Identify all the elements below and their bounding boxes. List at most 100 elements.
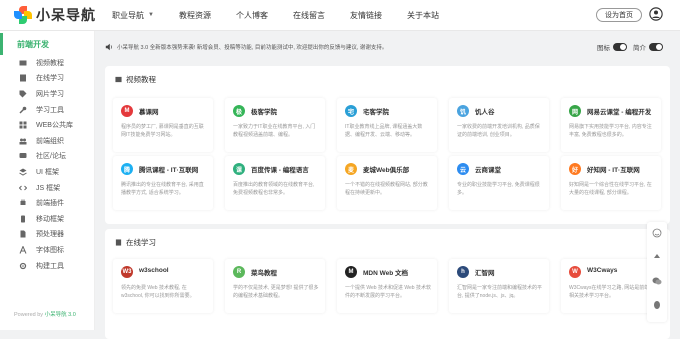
toggle-icon-label: 图标 xyxy=(597,45,610,52)
notice-text: 小呆导航 3.0 全新版本强势来袭! 新增会员、投稿等功能, 目前功能测试中, … xyxy=(117,45,388,51)
sidebar-item[interactable]: 视频教程 xyxy=(0,55,94,71)
layers-icon xyxy=(19,168,27,176)
grid-icon xyxy=(19,121,27,129)
site-logo-icon: 云 xyxy=(457,163,469,175)
sidebar-item[interactable]: 构建工具 xyxy=(0,258,94,274)
sidebar-item-label: 前端组织 xyxy=(36,137,64,145)
sidebar-footer: Powered by 小呆导航 3.0 xyxy=(14,312,76,318)
main-nav: 职业导航 ▼ 教程资源 个人博客 在线留言 友情链接 关于本站 xyxy=(112,10,464,21)
site-name: 宅客学院 xyxy=(363,109,389,116)
site-tile[interactable]: 好好知网 - IT·互联网好知网是一个综合性在线学习平台, 在大量的在线课程, … xyxy=(561,156,661,210)
wechat-icon[interactable] xyxy=(652,276,662,286)
site-name: 麦城Web俱乐部 xyxy=(363,167,410,174)
sidebar-item[interactable]: 预处理器 xyxy=(0,227,94,243)
code-icon xyxy=(19,185,27,190)
site-name: 菜鸟教程 xyxy=(251,270,277,277)
site-logo-icon: 宅 xyxy=(345,105,357,117)
sidebar-item[interactable]: 字体图标 xyxy=(0,242,94,258)
site-description: 一家收费的前端开发培训机构, 品质保证的前端培训, 创业项目。 xyxy=(457,124,540,138)
site-tile[interactable]: 饥饥人谷 一家收费的前端开发培训机构, 品质保证的前端培训, 创业项目。 xyxy=(449,98,549,152)
site-logo-icon: 网 xyxy=(569,105,581,117)
sidebar-item-label: WEB公共库 xyxy=(36,122,73,130)
sidebar-item-label: 社区/论坛 xyxy=(36,153,66,161)
qq-icon[interactable] xyxy=(652,300,662,310)
nav-item-about[interactable]: 关于本站 xyxy=(407,10,439,21)
sidebar-item-label: JS 框架 xyxy=(36,184,61,192)
site-description: 好知网是一个综合性在线学习平台, 在大量的在线课程, 部分课程。 xyxy=(569,182,652,196)
sidebar: 前端开发 视频教程 在线学习网片学习学习工具 WEB公共库 前端组织社区/论坛 UI 框… xyxy=(0,31,95,330)
site-logo-icon: 腾 xyxy=(121,163,133,175)
nav-item-career[interactable]: 职业导航 ▼ xyxy=(112,10,154,21)
sidebar-item-label: 构建工具 xyxy=(36,262,64,270)
site-tile[interactable]: h 汇智网 汇智网是一家专注前端和编程技术的平台, 提供了node.js、js、jq… xyxy=(449,259,549,313)
site-tile[interactable]: M MDN Web 文档 一个提供 Web 技术和促进 Web 技术软件的不断发展的… xyxy=(337,259,437,313)
site-logo-icon: 极 xyxy=(233,105,245,117)
nav-item-tutorials[interactable]: 教程资源 xyxy=(179,10,211,21)
sidebar-item-label: 网片学习 xyxy=(36,90,64,98)
site-tile[interactable]: 腾腾讯课程 - IT·互联网 腾讯推出的专业在线教育平台, 采用直播教学方式, 适… xyxy=(113,156,213,210)
sidebar-item[interactable]: 前端组织 xyxy=(0,133,94,149)
sidebar-item[interactable]: 前端插件 xyxy=(0,195,94,211)
top-icon[interactable] xyxy=(652,252,662,262)
sidebar-item-label: 字体图标 xyxy=(36,246,64,254)
nav-item-links[interactable]: 友情链接 xyxy=(350,10,382,21)
site-tile[interactable]: 网网易云课堂 - 编程开发 网易旗下实用技能学习平台, 内容专注丰富, 免费教程也… xyxy=(561,98,661,152)
display-toggles: 图标 简介 xyxy=(597,42,663,52)
smile-icon[interactable] xyxy=(652,228,662,238)
site-tile[interactable]: W3 w3school 领先的免费 Web 技术教程, 在 w3school, 你可… xyxy=(113,259,213,313)
group-icon xyxy=(19,138,27,145)
sidebar-item[interactable]: WEB公共库 xyxy=(0,117,94,133)
file-icon xyxy=(20,230,26,238)
site-tile[interactable]: W W3Cways W3Cways在线学习之路, 网站是前端的相关技术学习平台。 xyxy=(561,259,661,313)
site-logo-icon: 饥 xyxy=(457,105,469,117)
sidebar-item[interactable]: 社区/论坛 xyxy=(0,149,94,165)
sidebar-item[interactable]: 在线学习 xyxy=(0,71,94,87)
toggle-intro-switch[interactable] xyxy=(649,43,663,51)
user-circle-icon[interactable] xyxy=(649,7,663,21)
site-tile[interactable]: R 菜鸟教程 学的不仅是技术, 更是梦想! 提供了很多的编程技术基础教程。 xyxy=(225,259,325,313)
footer-link[interactable]: 小呆导航 3.0 xyxy=(45,312,76,318)
site-description: 领先的免费 Web 技术教程, 在 w3school, 你可以找到你所需要。 xyxy=(121,285,195,299)
site-logo-icon: h xyxy=(457,266,469,278)
site-tile[interactable]: 麦麦城Web俱乐部 一个不错的在线视频教程网站, 部分教程在持续更新中。 xyxy=(337,156,437,210)
nav-item-blog[interactable]: 个人博客 xyxy=(236,10,268,21)
site-logo-icon: 麦 xyxy=(345,163,357,175)
site-logo-icon: 好 xyxy=(569,163,581,175)
sidebar-item[interactable]: 移动框架 xyxy=(0,211,94,227)
site-name: 百度传课 - 编程语言 xyxy=(251,167,309,174)
wrench-icon xyxy=(19,106,27,114)
font-icon xyxy=(19,245,27,254)
site-name: MDN Web 文档 xyxy=(363,270,409,277)
site-description: 程序员的梦工厂, 慕课网是垂直的互联网IT技能免费学习网站。 xyxy=(121,124,204,138)
sidebar-item-label: 预处理器 xyxy=(36,231,64,239)
site-tile[interactable]: 宅宅客学院 IT职业教育线上品牌, 课程涵盖大数据、编程开发、云端、移动等。 xyxy=(337,98,437,152)
sidebar-header[interactable]: 前端开发 xyxy=(0,33,94,55)
site-name: 好知网 - IT·互联网 xyxy=(587,167,640,174)
notice-bar: 小呆导航 3.0 全新版本强势来袭! 新增会员、投稿等功能, 目前功能测试中, … xyxy=(105,38,670,56)
site-description: 网易旗下实用技能学习平台, 内容专注丰富, 免费教程也很多的。 xyxy=(569,124,652,138)
site-logo-icon: M xyxy=(345,266,357,278)
chat-icon xyxy=(19,153,27,159)
toggle-icon-switch[interactable] xyxy=(613,43,627,51)
nav-item-guestbook[interactable]: 在线留言 xyxy=(293,10,325,21)
sidebar-item[interactable]: JS 框架 xyxy=(0,180,94,196)
site-tile[interactable]: 课百度传课 - 编程语言 百度推出的教育领域的在线教育平台, 免费视频教程也非常多… xyxy=(225,156,325,210)
sidebar-item[interactable]: UI 框架 xyxy=(0,164,94,180)
site-tile[interactable]: M 慕课网 程序员的梦工厂, 慕课网是垂直的互联网IT技能免费学习网站。 xyxy=(113,98,213,152)
sidebar-item-label: 前端插件 xyxy=(36,200,64,208)
book-icon xyxy=(20,74,26,82)
mobile-icon xyxy=(21,215,25,223)
site-name: 云商课堂 xyxy=(475,167,501,174)
sidebar-item[interactable]: 学习工具 xyxy=(0,102,94,118)
site-name: 慕课网 xyxy=(139,109,159,116)
book-icon xyxy=(115,239,122,246)
site-name: W3Cways xyxy=(587,267,618,274)
site-description: 汇智网是一家专注前端和编程技术的平台, 提供了node.js、js、jq。 xyxy=(457,285,543,299)
logo[interactable]: 小呆导航 xyxy=(0,5,100,25)
sidebar-item[interactable]: 网片学习 xyxy=(0,86,94,102)
set-homepage-button[interactable]: 设为首页 xyxy=(596,8,642,22)
site-description: 专业的职业技能学习平台, 免费课程很多。 xyxy=(457,182,540,196)
site-tile[interactable]: 极极客学院 一家致力于IT职业在线教育平台, 入门教程视频涵盖前端、编程。 xyxy=(225,98,325,152)
site-tile[interactable]: 云云商课堂专业的职业技能学习平台, 免费课程很多。 xyxy=(449,156,549,210)
plug-icon xyxy=(20,199,26,206)
